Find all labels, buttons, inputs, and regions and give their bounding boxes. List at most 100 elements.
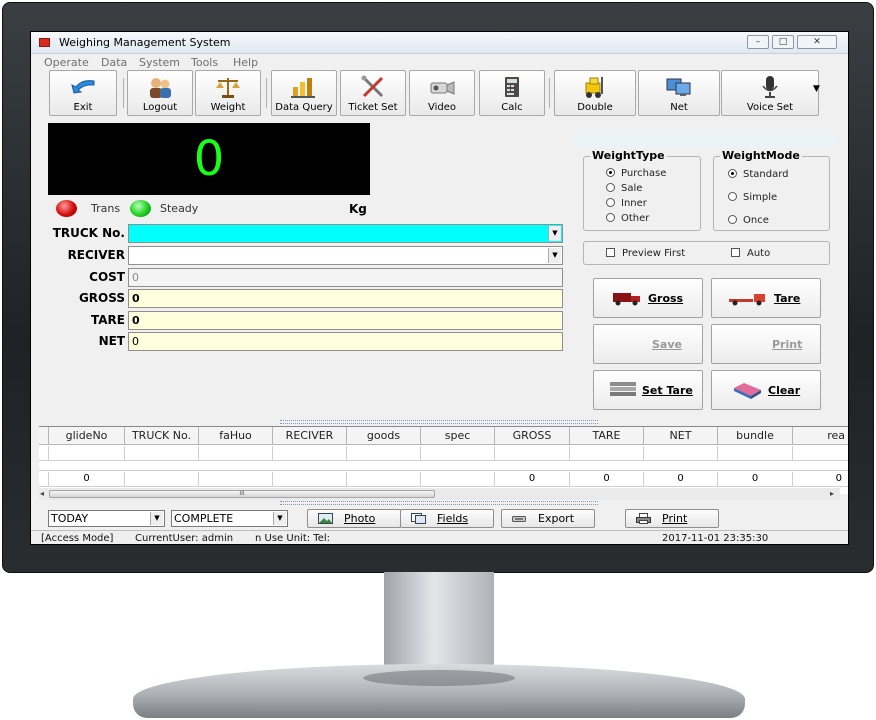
gross-button[interactable]: Gross [593,278,703,318]
video-button[interactable]: Video [409,70,475,116]
weight-type-other[interactable]: Other [606,213,649,224]
scale-icon [216,78,240,98]
export-button[interactable]: Export [501,509,595,528]
chevron-down-icon[interactable]: ▼ [273,512,286,525]
ticket-set-label: Ticket Set [348,102,398,113]
weight-type-inner[interactable]: Inner [606,198,647,209]
chevron-down-icon[interactable]: ▼ [548,248,561,263]
title-bar: Weighing Management System – □ ✕ [31,32,848,54]
double-button[interactable]: Double [554,70,636,116]
date-filter-value: TODAY [51,512,89,525]
gross-label: GROSS [78,291,125,305]
bottom-print-button[interactable]: Print [625,509,719,528]
clear-button[interactable]: Clear [711,370,821,410]
grid-indicator-column [39,427,49,445]
status-mode: [Access Mode] [41,533,114,544]
weight-button[interactable]: Weight [195,70,261,116]
bottom-print-label: Print [662,512,688,525]
save-button[interactable]: Save [593,324,703,364]
column-header[interactable]: faHuo [199,427,273,445]
minimize-button[interactable]: – [747,35,769,49]
scrollbar-thumb[interactable]: III [49,490,435,498]
chevron-down-icon[interactable]: ▼ [150,512,163,525]
menu-data[interactable]: Data [101,56,127,69]
monitors-icon [666,78,691,96]
weight-mode-simple[interactable]: Simple [728,192,777,203]
weight-type-sale[interactable]: Sale [606,183,642,194]
preview-first-checkbox[interactable]: Preview First [606,248,685,259]
menu-tools[interactable]: Tools [191,56,218,69]
table-cell [125,472,199,487]
column-header[interactable]: GROSS [495,427,570,445]
column-header[interactable]: glideNo [49,427,125,445]
logout-button[interactable]: Logout [127,70,193,116]
close-button[interactable]: ✕ [797,35,837,49]
horizontal-scrollbar[interactable]: ◂ III ▸ [39,488,840,500]
column-header[interactable]: rea [793,427,848,445]
splitter-handle[interactable] [280,501,598,505]
export-label: Export [538,512,575,525]
toolbar-overflow-icon[interactable]: ▼ [813,84,820,94]
splitter-handle[interactable] [280,420,598,424]
fields-button[interactable]: Fields [400,509,494,528]
table-cell [273,472,347,487]
radio-icon [606,183,615,192]
table-row-totals[interactable]: 0 0 0 0 0 0 [39,472,848,487]
cost-field[interactable]: 0 [128,268,563,287]
chevron-down-icon[interactable]: ▼ [548,226,561,241]
column-header[interactable]: goods [347,427,421,445]
calc-button[interactable]: Calc [479,70,545,116]
gross-field[interactable]: 0 [128,289,563,308]
table-cell: 0 [49,472,125,487]
standard-label: Standard [743,169,789,180]
status-filter-value: COMPLETE [174,512,234,525]
restore-button[interactable]: □ [772,35,794,49]
column-header[interactable]: NET [644,427,718,445]
table-cell: 0 [495,472,570,487]
export-icon [512,516,526,522]
net-button[interactable]: Net [638,70,720,116]
column-header[interactable]: RECIVER [273,427,347,445]
weight-mode-once[interactable]: Once [728,215,769,226]
table-cell [347,472,421,487]
net-label: Net [670,102,688,113]
save-button-label: Save [652,338,682,351]
tare-field[interactable]: 0 [128,311,563,330]
column-header[interactable]: TRUCK No. [125,427,199,445]
weight-type-purchase[interactable]: Purchase [606,168,666,179]
table-cell: 0 [718,472,793,487]
scroll-right-icon[interactable]: ▸ [830,489,834,498]
net-field[interactable]: 0 [128,332,563,351]
table-cell [421,446,495,461]
column-header[interactable]: spec [421,427,495,445]
menu-system[interactable]: System [139,56,180,69]
column-header[interactable]: TARE [570,427,644,445]
photo-button[interactable]: Photo [307,509,401,528]
chart-icon [291,78,315,98]
menu-help[interactable]: Help [233,56,258,69]
video-label: Video [427,102,457,113]
sale-label: Sale [621,183,643,194]
truck-no-field[interactable]: ▼ [128,224,563,243]
exit-button[interactable]: Exit [49,70,117,116]
voice-set-button[interactable]: Voice Set [721,70,819,116]
scroll-left-icon[interactable]: ◂ [40,489,44,498]
table-cell [347,446,421,461]
table-row[interactable] [39,446,848,461]
tare-button[interactable]: Tare [711,278,821,318]
date-filter-select[interactable]: TODAY ▼ [48,510,165,527]
set-tare-button[interactable]: Set Tare [593,370,703,410]
reciver-field[interactable]: ▼ [128,246,563,265]
gross-value: 0 [132,292,140,305]
table-cell: 0 [835,473,842,484]
auto-checkbox[interactable]: Auto [731,248,770,259]
menu-operate[interactable]: Operate [44,56,89,69]
voice-set-label: Voice Set [746,102,794,113]
weight-mode-standard[interactable]: Standard [728,169,789,180]
column-header[interactable]: bundle [718,427,793,445]
ticket-set-button[interactable]: Ticket Set [340,70,406,116]
camera-icon [430,81,455,95]
status-filter-select[interactable]: COMPLETE ▼ [171,510,288,527]
print-button[interactable]: Print [711,324,821,364]
data-query-button[interactable]: Data Query [271,70,337,116]
